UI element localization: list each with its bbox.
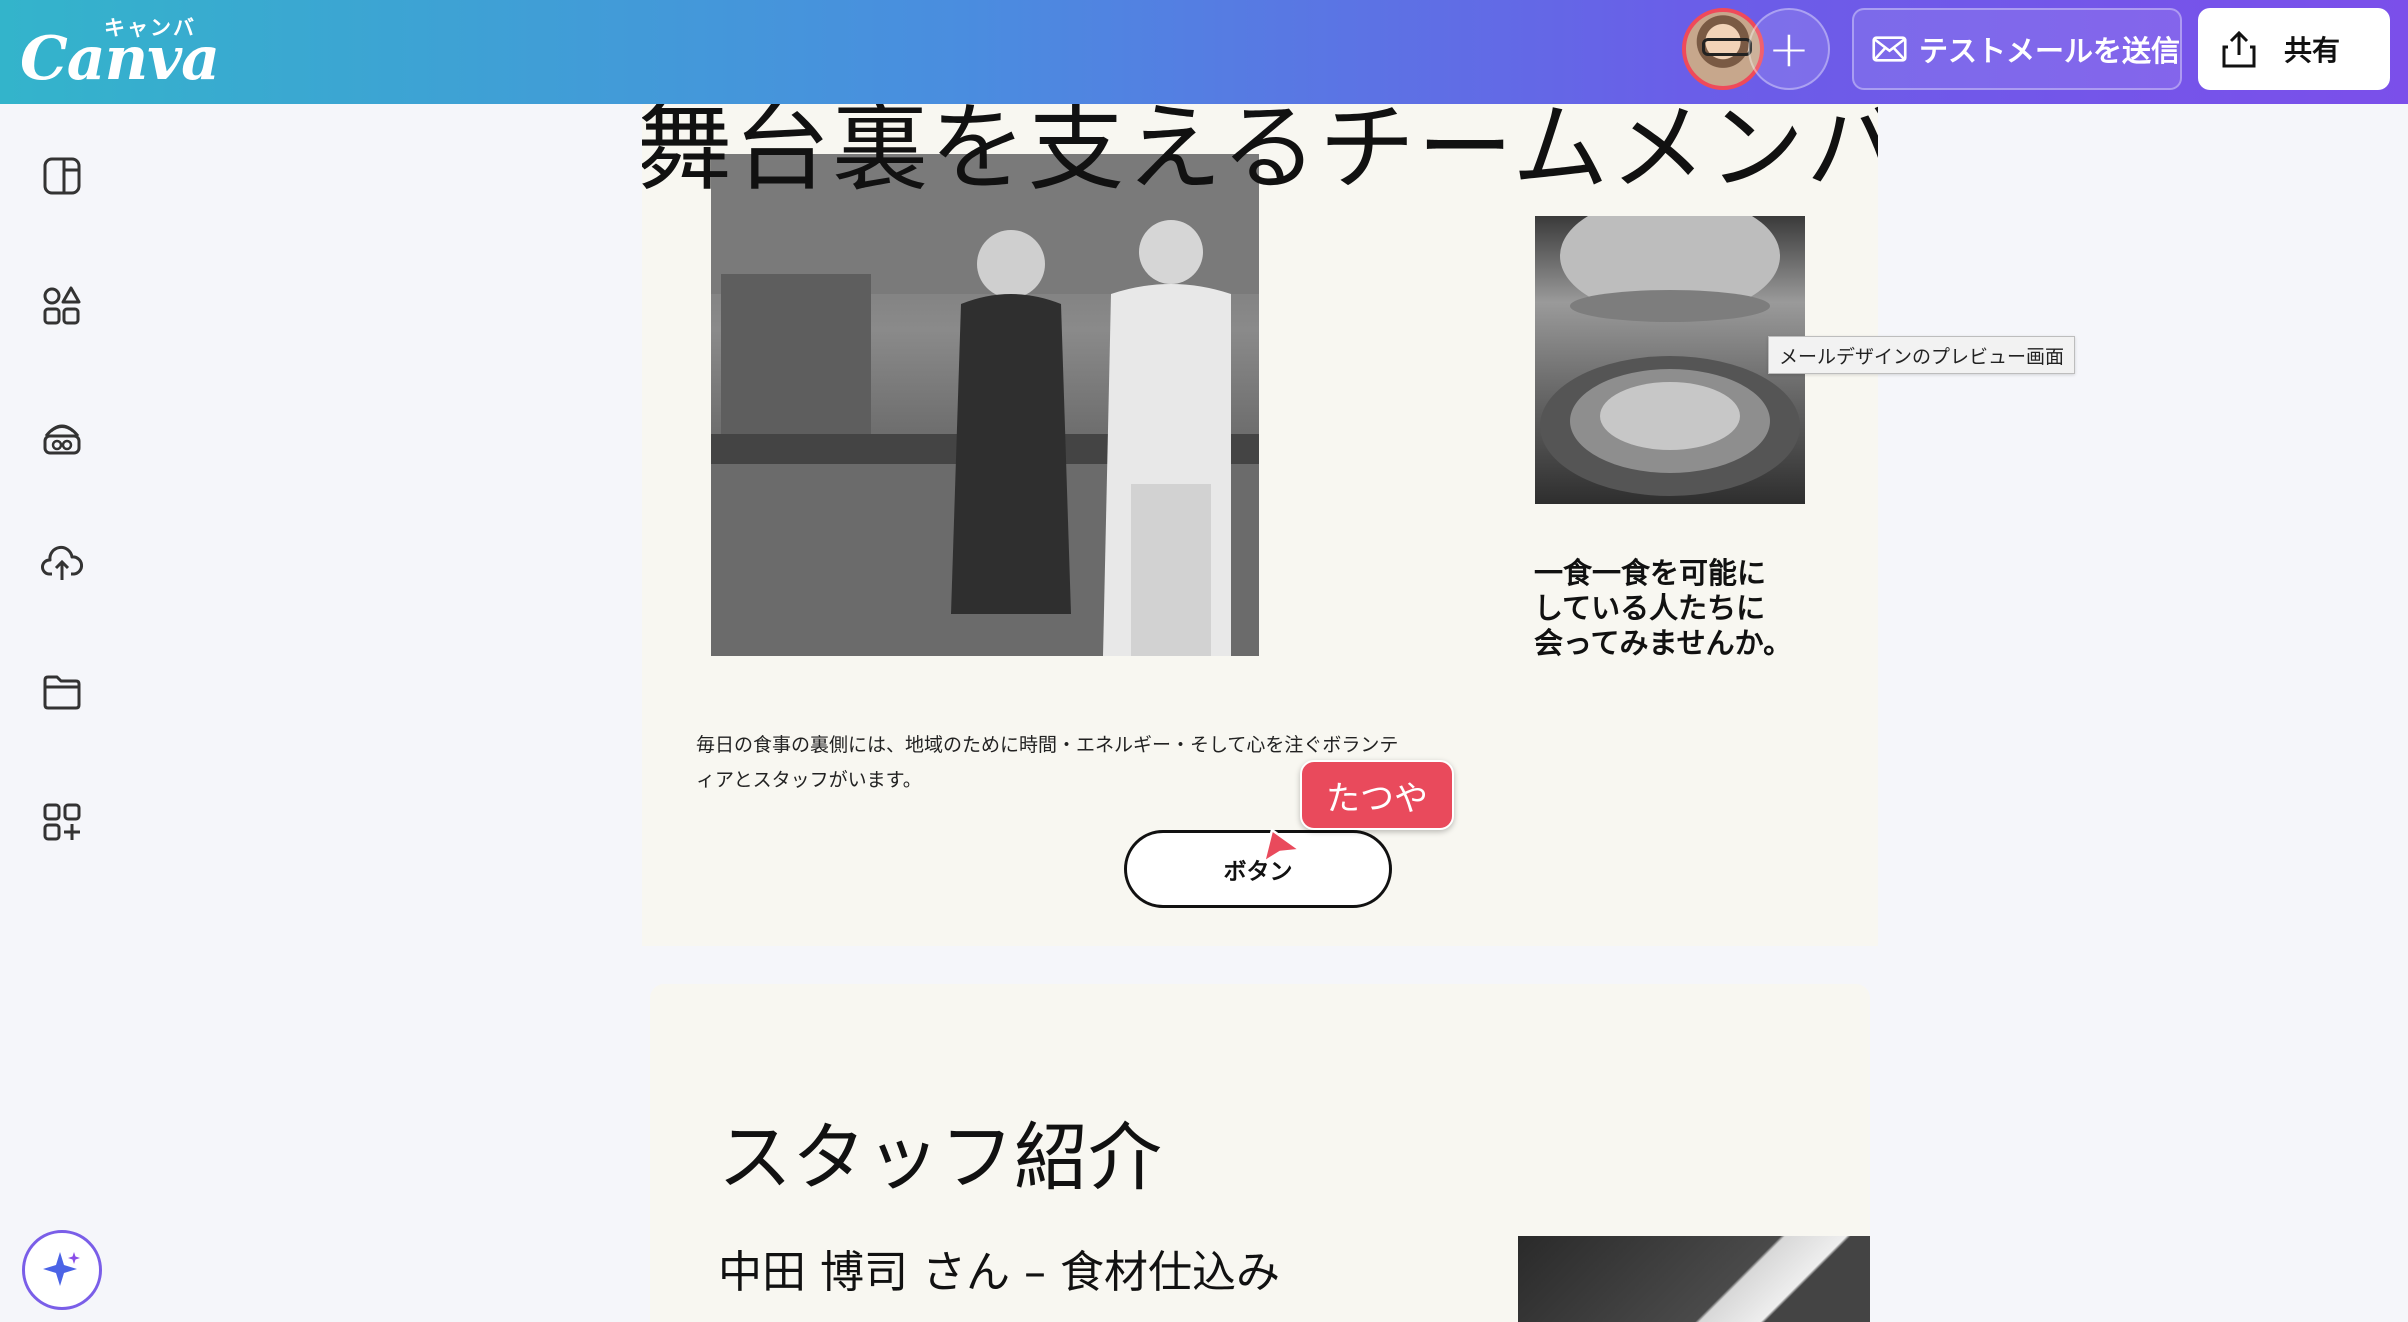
brand-icon[interactable] (40, 414, 84, 458)
dish-photo-illustration (1540, 216, 1800, 496)
panel-layout-icon[interactable] (40, 154, 84, 198)
add-collaborator-button[interactable]: + (1748, 8, 1830, 90)
preview-tooltip: メールデザインのプレビュー画面 (1768, 336, 2076, 374)
staff-title[interactable]: スタッフ紹介 (718, 1098, 1162, 1205)
send-test-email-label: テストメールを送信 (1918, 34, 2180, 68)
team-photo[interactable] (711, 154, 1259, 656)
share-button[interactable]: 共有 (2198, 8, 2390, 90)
side-text-line: 会ってみませんか。 (1534, 626, 1793, 660)
elements-icon[interactable] (40, 284, 84, 328)
side-text[interactable]: 一食一食を可能に している人たちに 会ってみませんか。 (1534, 556, 1834, 661)
sparkle-icon (43, 1252, 80, 1286)
collaborator-name-tag: たつや (1300, 760, 1454, 830)
projects-folder-icon[interactable] (40, 670, 84, 714)
upload-icon[interactable] (40, 540, 84, 584)
share-upload-icon (2222, 30, 2256, 68)
apps-icon[interactable] (40, 800, 84, 844)
plus-icon: + (1768, 20, 1810, 78)
dish-photo[interactable] (1535, 216, 1805, 504)
staff-name[interactable]: 中田 博司 さん – 食材仕込み (718, 1236, 1280, 1300)
left-sidebar (0, 104, 124, 1322)
staff-photo[interactable] (1518, 1236, 1870, 1322)
top-bar: キャンバ Canva + テストメールを送信 共有 (0, 0, 2408, 104)
send-test-email-button[interactable]: テストメールを送信 (1852, 8, 2182, 90)
email-section-team[interactable]: 舞台裏を支えるチームメンバー 一食一食を可能に している人たちに 会ってみません… (642, 104, 1878, 946)
email-section-staff[interactable]: スタッフ紹介 中田 博司 さん – 食材仕込み (650, 984, 1870, 1322)
collaborator-cursor-icon (1262, 828, 1302, 864)
magic-assistant-button[interactable] (22, 1230, 102, 1310)
headline[interactable]: 舞台裏を支えるチームメンバー (642, 104, 1878, 209)
team-photo-illustration (711, 154, 1259, 656)
share-label: 共有 (2284, 34, 2341, 67)
logo-wordmark: Canva (20, 24, 220, 94)
mail-icon (1872, 36, 1907, 62)
side-text-line: している人たちに (1534, 591, 1766, 625)
side-text-line: 一食一食を可能に (1534, 556, 1767, 590)
